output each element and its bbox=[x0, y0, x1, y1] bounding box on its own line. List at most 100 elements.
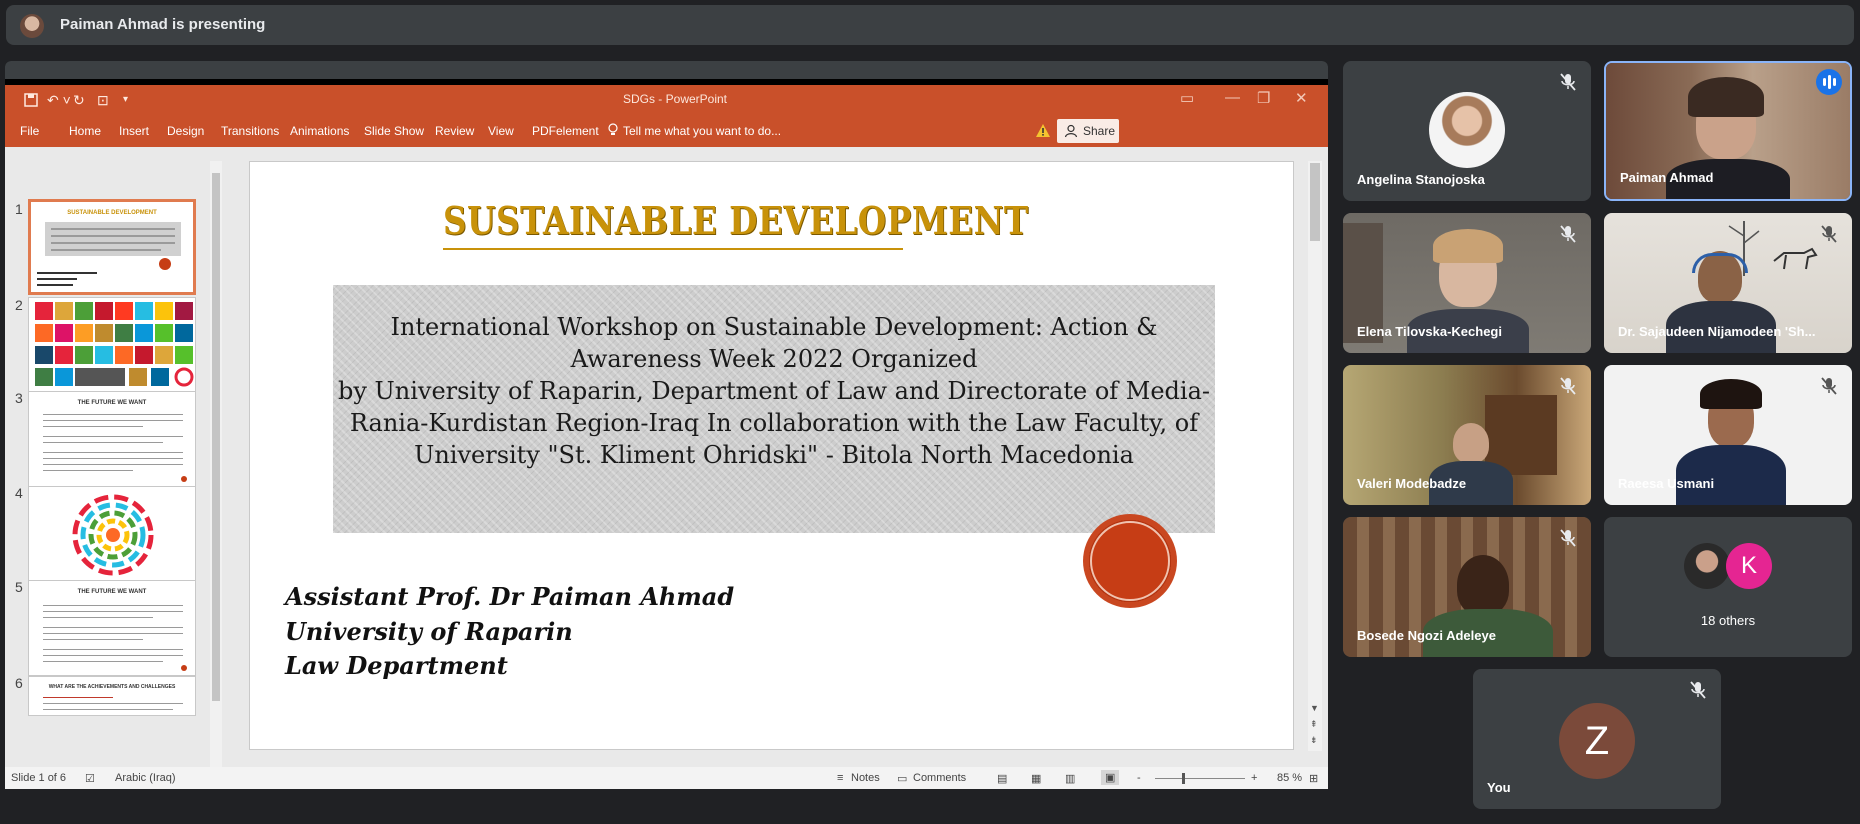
workshop-line: by University of Raparin, Department of … bbox=[337, 377, 1211, 405]
ribbon-display-options-icon[interactable]: ▭ bbox=[1180, 89, 1194, 107]
decorative-seal-ring bbox=[1090, 521, 1170, 601]
self-tile[interactable]: Z You bbox=[1473, 669, 1721, 809]
participant-face bbox=[1453, 423, 1489, 463]
tab-animations[interactable]: Animations bbox=[290, 124, 349, 138]
spell-check-icon[interactable]: ☑ bbox=[85, 772, 95, 785]
slide-title-underline bbox=[443, 248, 903, 250]
others-tile[interactable]: K 18 others bbox=[1604, 517, 1852, 657]
ppt-title-bar: ↶ ˅ ↻ ⊡ ▾ SDGs - PowerPoint ▭ — ❐ ✕ bbox=[5, 85, 1328, 115]
participant-tile[interactable]: Bosede Ngozi Adeleye bbox=[1343, 517, 1591, 657]
presenting-bar: Paiman Ahmad is presenting bbox=[6, 5, 1854, 45]
redo-icon[interactable]: ↻ bbox=[73, 92, 85, 108]
comments-icon: ▭ bbox=[897, 773, 908, 785]
slide-canvas[interactable]: SUSTAINABLE DEVELOPMENT International Wo… bbox=[249, 161, 1294, 750]
tab-slide-show[interactable]: Slide Show bbox=[364, 124, 424, 138]
slide-scrollbar[interactable] bbox=[1308, 161, 1322, 751]
slideshow-from-start-icon[interactable]: ⊡ bbox=[97, 92, 109, 108]
tab-review[interactable]: Review bbox=[435, 124, 474, 138]
mic-off-icon bbox=[1560, 377, 1576, 395]
tab-pdfelement[interactable]: PDFelement bbox=[532, 124, 599, 138]
slide-thumbnail-6[interactable]: WHAT ARE THE ACHIEVEMENTS AND CHALLENGES bbox=[28, 676, 196, 716]
participant-avatar bbox=[1429, 92, 1505, 168]
zoom-slider-handle[interactable] bbox=[1182, 773, 1185, 784]
workshop-description: International Workshop on Sustainable De… bbox=[333, 311, 1215, 471]
author-name: Assistant Prof. Dr Paiman Ahmad bbox=[285, 582, 735, 611]
participant-tile-active-speaker[interactable]: Paiman Ahmad bbox=[1604, 61, 1852, 201]
workshop-line: Rania-Kurdistan Region-Iraq In collabora… bbox=[349, 409, 1199, 437]
tab-design[interactable]: Design bbox=[167, 124, 204, 138]
headset bbox=[1692, 253, 1748, 273]
tab-transitions[interactable]: Transitions bbox=[221, 124, 279, 138]
tab-insert[interactable]: Insert bbox=[119, 124, 149, 138]
language-indicator[interactable]: Arabic (Iraq) bbox=[115, 772, 176, 784]
tab-view[interactable]: View bbox=[488, 124, 514, 138]
slide-title: SUSTAINABLE DEVELOPMENT bbox=[443, 198, 1029, 243]
minimize-icon[interactable]: — bbox=[1225, 89, 1240, 106]
restore-icon[interactable]: ❐ bbox=[1257, 89, 1270, 107]
participant-face bbox=[1457, 555, 1509, 615]
participant-tile[interactable]: Dr. Sajaudeen Nijamodeen 'Sh... bbox=[1604, 213, 1852, 353]
slide-thumbnail-5[interactable]: THE FUTURE WE WANT bbox=[28, 580, 196, 676]
participant-hair bbox=[1700, 379, 1762, 409]
slide-thumbnail-2[interactable] bbox=[28, 297, 196, 393]
workshop-line: International Workshop on Sustainable De… bbox=[390, 313, 1158, 341]
sdg-wheel-graphic bbox=[72, 494, 154, 576]
previous-slide-icon[interactable]: ⇞ bbox=[1310, 719, 1318, 730]
notes-button[interactable]: Notes bbox=[851, 772, 880, 784]
mic-off-icon bbox=[1821, 377, 1837, 395]
customize-toolbar-icon[interactable]: ▾ bbox=[123, 94, 128, 110]
ppt-workspace: 1 SUSTAINABLE DEVELOPMENT 2 3 THE FUTURE… bbox=[5, 147, 1328, 767]
self-initial-avatar: Z bbox=[1559, 703, 1635, 779]
share-label: Share bbox=[1083, 124, 1116, 138]
tab-home[interactable]: Home bbox=[69, 124, 101, 138]
thumbnail-number: 5 bbox=[15, 579, 23, 595]
slide-thumbnail-3[interactable]: THE FUTURE WE WANT bbox=[28, 391, 196, 487]
share-button[interactable]: Share bbox=[1057, 119, 1119, 143]
thumbnail-number: 2 bbox=[15, 297, 23, 313]
participant-tile[interactable]: Elena Tilovska-Kechegi bbox=[1343, 213, 1591, 353]
next-slide-icon[interactable]: ⇟ bbox=[1310, 735, 1318, 746]
save-icon[interactable] bbox=[23, 92, 39, 108]
participant-name: Raeesa Usmani bbox=[1618, 476, 1715, 491]
close-icon[interactable]: ✕ bbox=[1295, 89, 1308, 107]
participant-name: Elena Tilovska-Kechegi bbox=[1357, 324, 1502, 339]
author-department: Law Department bbox=[285, 651, 508, 680]
slide-show-view-icon[interactable]: ▣ bbox=[1101, 770, 1120, 785]
participant-name: Valeri Modebadze bbox=[1357, 476, 1467, 491]
normal-view-icon[interactable]: ▤ bbox=[997, 772, 1007, 785]
mic-off-icon bbox=[1690, 681, 1706, 699]
zoom-out-button[interactable]: - bbox=[1137, 772, 1141, 784]
participant-name: Angelina Stanojoska bbox=[1357, 172, 1485, 187]
slide-counter: Slide 1 of 6 bbox=[11, 772, 67, 784]
thumbnail-number: 6 bbox=[15, 675, 23, 691]
slide-sorter-icon[interactable]: ▦ bbox=[1031, 772, 1041, 785]
participant-name: Dr. Sajaudeen Nijamodeen 'Sh... bbox=[1618, 324, 1816, 339]
thumbnail-number: 1 bbox=[15, 201, 23, 217]
participant-name: Paiman Ahmad bbox=[1620, 170, 1714, 185]
warning-icon[interactable] bbox=[1035, 123, 1051, 138]
tab-file[interactable]: File bbox=[20, 124, 39, 138]
slide-scrollbar-thumb[interactable] bbox=[1310, 163, 1320, 241]
slide-thumbnail-4[interactable] bbox=[28, 486, 196, 582]
slide-thumbnail-1[interactable]: SUSTAINABLE DEVELOPMENT bbox=[28, 199, 196, 295]
lightbulb-icon bbox=[608, 123, 618, 135]
undo-icon[interactable]: ↶ ˅ bbox=[47, 92, 71, 108]
thumbnail-number: 4 bbox=[15, 485, 23, 501]
zoom-in-button[interactable]: + bbox=[1251, 772, 1257, 784]
shared-screen-top-bar bbox=[5, 61, 1328, 79]
author-university: University of Raparin bbox=[285, 617, 573, 646]
fit-to-window-icon[interactable]: ⊞ bbox=[1309, 772, 1318, 785]
participant-tile[interactable]: Angelina Stanojoska bbox=[1343, 61, 1591, 201]
participant-tile[interactable]: Raeesa Usmani bbox=[1604, 365, 1852, 505]
participant-tile[interactable]: Valeri Modebadze bbox=[1343, 365, 1591, 505]
reading-view-icon[interactable]: ▥ bbox=[1065, 772, 1075, 785]
zoom-level[interactable]: 85 % bbox=[1277, 772, 1302, 784]
other-participant-avatar bbox=[1684, 543, 1730, 589]
thumbnail-scrollbar-thumb[interactable] bbox=[212, 173, 220, 701]
comments-button[interactable]: Comments bbox=[913, 772, 966, 784]
thumbnail-heading: THE FUTURE WE WANT bbox=[77, 589, 147, 595]
tell-me-search[interactable]: Tell me what you want to do... bbox=[623, 124, 781, 138]
mic-off-icon bbox=[1821, 225, 1837, 243]
zoom-slider[interactable] bbox=[1155, 778, 1245, 779]
scroll-down-icon[interactable]: ▼ bbox=[1310, 703, 1319, 713]
